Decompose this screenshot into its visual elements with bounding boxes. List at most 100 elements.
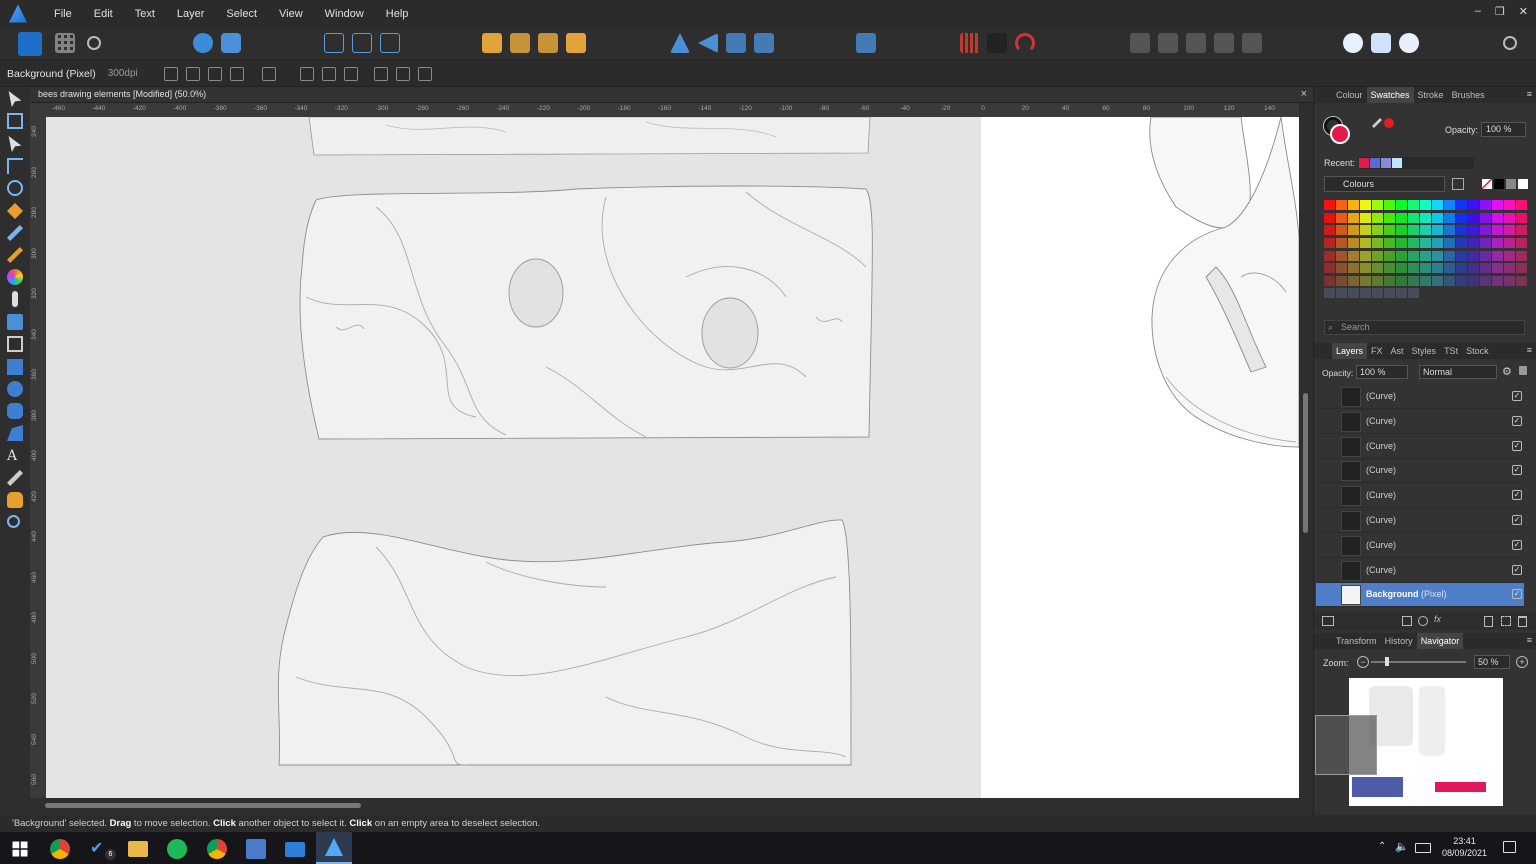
palette-swatch[interactable]	[1420, 200, 1431, 210]
palette-swatch[interactable]	[1516, 237, 1527, 248]
tab-transform[interactable]: Transform	[1332, 633, 1381, 649]
palette-swatch[interactable]	[1384, 212, 1395, 223]
palette-swatch[interactable]	[1384, 225, 1395, 236]
artboard-tool-icon[interactable]	[7, 113, 23, 129]
palette-swatch[interactable]	[1480, 212, 1491, 223]
palette-swatch[interactable]	[1396, 250, 1407, 261]
layer-settings-icon[interactable]: ⚙	[1502, 365, 1512, 378]
palette-swatch[interactable]	[1420, 263, 1431, 274]
magnet-icon[interactable]	[1015, 33, 1035, 53]
insert-top-icon[interactable]	[1399, 33, 1419, 53]
layers-stack-icon[interactable]	[1322, 616, 1334, 626]
zoom-field[interactable]: 50 %	[1474, 655, 1510, 669]
palette-swatch[interactable]	[1384, 250, 1395, 261]
palette-swatch[interactable]	[1492, 250, 1503, 261]
mail-icon[interactable]	[285, 842, 305, 857]
palette-swatch[interactable]	[1456, 250, 1467, 261]
vector-brush-icon[interactable]	[7, 247, 23, 263]
palette-swatch[interactable]	[1324, 275, 1335, 286]
vertical-scrollbar[interactable]	[1299, 103, 1313, 798]
palette-swatch[interactable]	[1408, 225, 1419, 236]
palette-swatch[interactable]	[1396, 275, 1407, 286]
boolean-divide-icon[interactable]	[1242, 33, 1262, 53]
layer-row[interactable]: (Curve) ✓	[1316, 459, 1524, 484]
text-tool-icon[interactable]: A	[7, 448, 23, 464]
windows-start-icon[interactable]	[12, 841, 28, 857]
snapping-icon[interactable]	[221, 33, 241, 53]
zoom-slider-knob[interactable]	[1385, 657, 1389, 666]
mask-icon[interactable]	[1402, 616, 1412, 626]
palette-swatch[interactable]	[1336, 212, 1347, 223]
eyedropper-icon[interactable]	[1372, 118, 1382, 128]
palette-swatch[interactable]	[1468, 225, 1479, 236]
layer-visibility-checkbox[interactable]: ✓	[1512, 391, 1522, 401]
palette-swatch[interactable]	[1384, 263, 1395, 274]
palette-swatch[interactable]	[1384, 200, 1395, 210]
chrome-profile-icon[interactable]	[207, 839, 227, 859]
adjustment-icon[interactable]	[1418, 616, 1428, 626]
palette-swatch[interactable]	[1324, 225, 1335, 236]
layer-row[interactable]: Background (Pixel) ✓	[1316, 583, 1524, 608]
palette-swatch[interactable]	[1468, 212, 1479, 223]
palette-swatch[interactable]	[1480, 263, 1491, 274]
palette-swatch[interactable]	[1420, 237, 1431, 248]
palette-swatch[interactable]	[1360, 200, 1371, 210]
clock[interactable]: 23:41 08/09/2021	[1442, 835, 1487, 859]
palette-swatch[interactable]	[1456, 212, 1467, 223]
palette-swatch[interactable]	[1360, 212, 1371, 223]
palette-swatch[interactable]	[1396, 263, 1407, 274]
flip-vertical-icon[interactable]	[698, 33, 718, 53]
boolean-add-icon[interactable]	[1130, 33, 1150, 53]
palette-swatch[interactable]	[1396, 237, 1407, 248]
restore-button[interactable]: ❐	[1495, 5, 1505, 18]
account-icon[interactable]	[1503, 36, 1517, 50]
tab-stroke[interactable]: Stroke	[1414, 87, 1448, 103]
tab-text-styles[interactable]: TSt	[1440, 343, 1462, 359]
layer-row[interactable]: (Curve) ✓	[1316, 434, 1524, 459]
palette-swatch[interactable]	[1504, 237, 1515, 248]
tab-brushes[interactable]: Brushes	[1448, 87, 1489, 103]
tab-swatches[interactable]: Swatches	[1366, 87, 1414, 103]
black-swatch[interactable]	[1494, 179, 1504, 189]
palette-swatch[interactable]	[1432, 250, 1443, 261]
hand-tool-icon[interactable]	[7, 492, 23, 508]
layer-row[interactable]: (Curve) ✓	[1316, 558, 1524, 583]
transform-icon-1[interactable]	[324, 33, 344, 53]
palette-swatch[interactable]	[1408, 288, 1419, 299]
palette-swatch[interactable]	[1420, 225, 1431, 236]
designer-persona-icon[interactable]	[18, 32, 42, 56]
palette-swatch[interactable]	[1372, 250, 1383, 261]
horizontal-scrollbar[interactable]	[30, 798, 1313, 812]
palette-swatch[interactable]	[1408, 250, 1419, 261]
palette-swatch[interactable]	[1468, 263, 1479, 274]
layer-row[interactable]: (Curve) ✓	[1316, 484, 1524, 509]
palette-swatch[interactable]	[1336, 275, 1347, 286]
assistant-icon[interactable]	[193, 33, 213, 53]
layer-visibility-checkbox[interactable]: ✓	[1512, 564, 1522, 575]
white-swatch[interactable]	[1518, 179, 1528, 189]
palette-swatch[interactable]	[1324, 263, 1335, 274]
fill-colour-swatch[interactable]	[1330, 124, 1350, 144]
close-button[interactable]: ✕	[1519, 5, 1528, 18]
palette-swatch[interactable]	[1444, 212, 1455, 223]
tab-layers[interactable]: Layers	[1332, 343, 1368, 359]
palette-swatch[interactable]	[1516, 200, 1527, 210]
palette-swatch[interactable]	[1372, 225, 1383, 236]
menu-view[interactable]: View	[268, 8, 314, 20]
palette-swatch[interactable]	[1336, 288, 1347, 299]
layer-visibility-checkbox[interactable]: ✓	[1512, 589, 1522, 600]
zoom-in-icon[interactable]: +	[1516, 656, 1528, 668]
layer-row[interactable]: (Curve) ✓	[1316, 509, 1524, 533]
palette-swatch[interactable]	[1348, 200, 1359, 210]
palette-swatch[interactable]	[1492, 237, 1503, 248]
palette-swatch[interactable]	[1456, 200, 1467, 210]
palette-swatch[interactable]	[1348, 288, 1359, 299]
rotate-right-icon[interactable]	[754, 33, 774, 53]
palette-swatch[interactable]	[1456, 225, 1467, 236]
palette-swatch[interactable]	[1348, 250, 1359, 261]
tab-fx[interactable]: FX	[1367, 343, 1387, 359]
blend-mode-dropdown[interactable]: Normal	[1419, 365, 1497, 379]
notifications-icon[interactable]	[1503, 841, 1516, 853]
palette-swatch[interactable]	[1492, 225, 1503, 236]
ctx-icon-2[interactable]	[186, 67, 200, 81]
